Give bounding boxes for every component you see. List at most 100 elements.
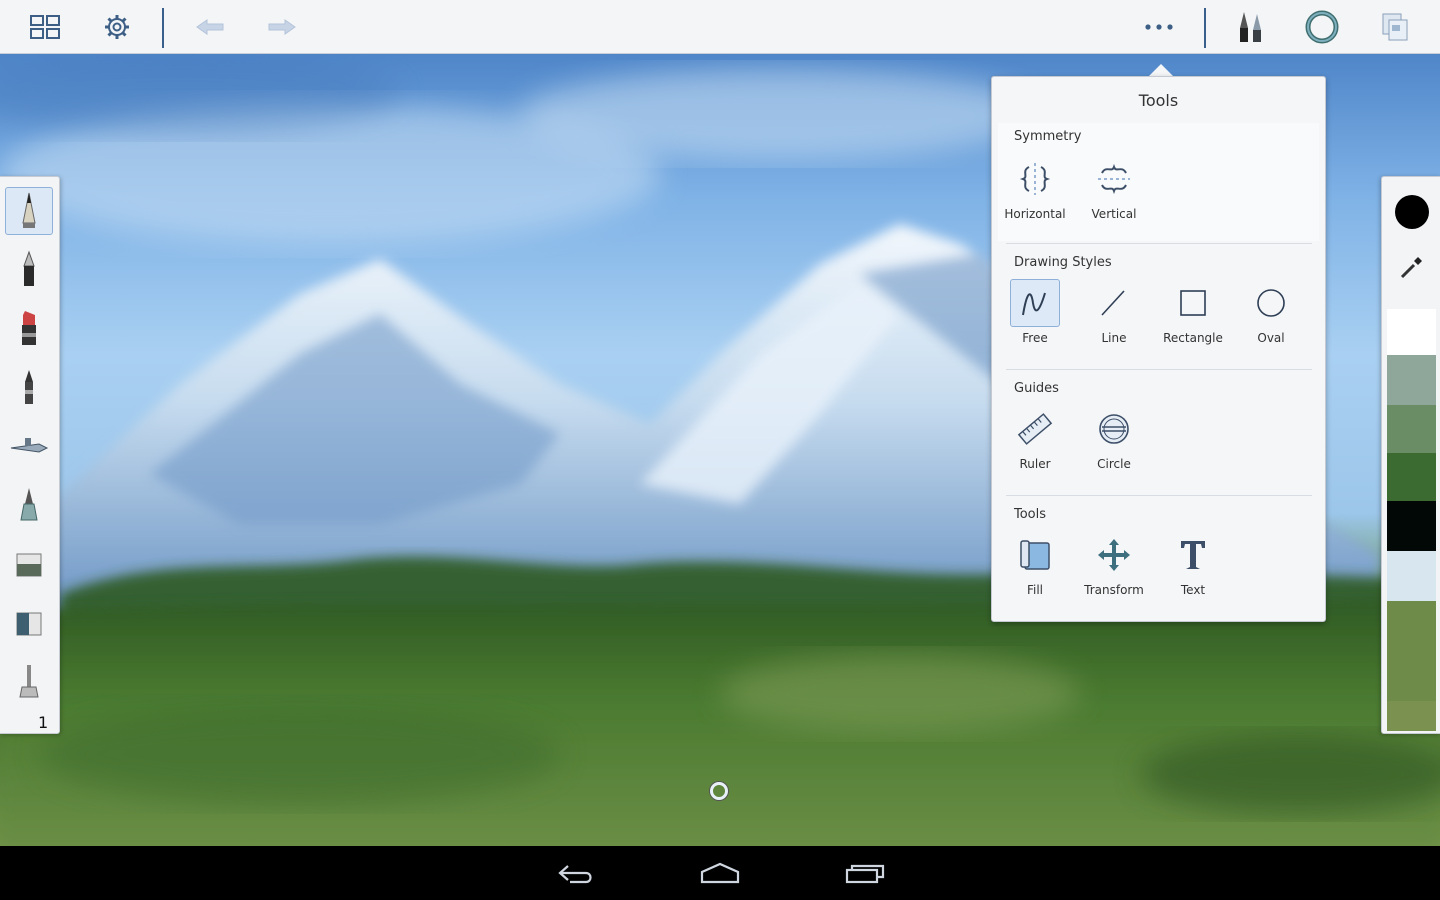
ruler-icon bbox=[1017, 413, 1053, 445]
color-swatch[interactable] bbox=[1387, 405, 1436, 453]
color-swatch[interactable] bbox=[1387, 309, 1436, 355]
brush-hard-eraser[interactable] bbox=[5, 541, 53, 589]
soft-eraser-icon bbox=[16, 612, 42, 636]
brush-felt-pen[interactable] bbox=[5, 364, 53, 412]
settings-button[interactable] bbox=[97, 8, 137, 46]
tool-label: Free bbox=[1022, 331, 1048, 345]
redo-button[interactable] bbox=[262, 8, 302, 46]
back-button[interactable] bbox=[548, 856, 604, 892]
brush-smudge[interactable] bbox=[5, 659, 53, 707]
tool-label: Horizontal bbox=[1004, 207, 1066, 221]
brush-size-button[interactable] bbox=[1302, 8, 1342, 46]
eyedropper-button[interactable] bbox=[1396, 251, 1428, 283]
brush-pair-icon bbox=[1240, 12, 1261, 42]
undo-button[interactable] bbox=[190, 8, 230, 46]
ballpoint-pen-icon bbox=[23, 250, 35, 286]
brush-toolbar: 1 bbox=[0, 176, 60, 734]
tool-label: Transform bbox=[1084, 583, 1144, 597]
recent-apps-button[interactable] bbox=[837, 856, 893, 892]
layers-icon bbox=[1382, 13, 1408, 41]
brushes-button[interactable] bbox=[1231, 8, 1271, 46]
home-button[interactable] bbox=[692, 856, 748, 892]
brush-ballpoint[interactable] bbox=[5, 246, 53, 294]
tool-style-rectangle[interactable]: Rectangle bbox=[1155, 275, 1231, 345]
smudge-icon bbox=[19, 665, 39, 698]
section-heading: Drawing Styles bbox=[1014, 255, 1112, 270]
tool-label: Line bbox=[1101, 331, 1127, 345]
tools-popup: Tools Symmetry Horizontal Vertical Drawi… bbox=[991, 76, 1326, 622]
tool-style-oval[interactable]: Oval bbox=[1233, 275, 1309, 345]
color-swatch[interactable] bbox=[1387, 701, 1436, 731]
popup-title: Tools bbox=[1138, 91, 1179, 110]
current-color-button[interactable] bbox=[1395, 195, 1429, 229]
more-button[interactable] bbox=[1139, 8, 1179, 46]
gear-icon bbox=[105, 15, 129, 39]
color-swatch[interactable] bbox=[1387, 601, 1436, 701]
paintbrush-icon bbox=[20, 488, 38, 521]
tool-label: Rectangle bbox=[1163, 331, 1223, 345]
tool-label: Ruler bbox=[1019, 457, 1051, 471]
tool-guide-circle[interactable]: Circle bbox=[1076, 401, 1152, 471]
color-swatch[interactable] bbox=[1387, 355, 1436, 405]
redo-arrow-icon bbox=[268, 19, 296, 35]
felt-pen-icon bbox=[25, 370, 33, 404]
brush-soft-eraser[interactable] bbox=[5, 600, 53, 648]
ring-icon bbox=[1305, 10, 1339, 44]
brush-cursor-icon[interactable] bbox=[710, 782, 728, 800]
section-heading: Tools bbox=[1014, 507, 1047, 522]
tool-symmetry-vertical[interactable]: Vertical bbox=[1076, 151, 1152, 221]
brush-paintbrush[interactable] bbox=[5, 482, 53, 530]
tool-text[interactable]: Text bbox=[1155, 527, 1231, 597]
tool-label: Vertical bbox=[1091, 207, 1137, 221]
airbrush-icon bbox=[10, 438, 49, 453]
app-root: 1 Tools Symmetry Horizontal Vertical Dra… bbox=[0, 0, 1440, 900]
color-swatch[interactable] bbox=[1387, 453, 1436, 501]
back-icon bbox=[558, 865, 592, 884]
recent-apps-icon bbox=[845, 864, 885, 884]
tool-label: Text bbox=[1180, 583, 1206, 597]
color-bar bbox=[1381, 176, 1440, 734]
tool-fill[interactable]: Fill bbox=[997, 527, 1073, 597]
symmetry-horizontal-icon bbox=[1019, 163, 1051, 195]
transform-move-icon bbox=[1098, 539, 1130, 571]
fill-bucket-icon bbox=[1020, 540, 1050, 570]
circle-guide-icon bbox=[1099, 414, 1129, 444]
symmetry-vertical-icon bbox=[1098, 163, 1130, 195]
tool-style-line[interactable]: Line bbox=[1076, 275, 1152, 345]
brush-marker[interactable] bbox=[5, 305, 53, 353]
grid-icon bbox=[30, 15, 60, 39]
tool-style-free[interactable]: Free bbox=[997, 275, 1073, 345]
eyedropper-icon bbox=[1400, 257, 1422, 279]
text-T-icon bbox=[1181, 541, 1205, 569]
home-icon bbox=[700, 862, 740, 884]
gallery-button[interactable] bbox=[25, 8, 65, 46]
system-nav-bar bbox=[0, 846, 1440, 900]
section-heading: Guides bbox=[1014, 381, 1059, 396]
top-toolbar bbox=[0, 0, 1440, 54]
freehand-icon bbox=[1022, 292, 1046, 316]
rectangle-icon bbox=[1180, 290, 1206, 316]
tool-label: Fill bbox=[1026, 583, 1044, 597]
section-heading: Symmetry bbox=[1014, 129, 1082, 144]
brush-airbrush[interactable] bbox=[5, 423, 53, 471]
hard-eraser-icon bbox=[16, 553, 42, 577]
brush-pencil[interactable] bbox=[5, 187, 53, 235]
tool-label: Circle bbox=[1097, 457, 1131, 471]
tool-label: Oval bbox=[1257, 331, 1285, 345]
layers-button[interactable] bbox=[1375, 8, 1415, 46]
tool-guide-ruler[interactable]: Ruler bbox=[997, 401, 1073, 471]
tool-symmetry-horizontal[interactable]: Horizontal bbox=[997, 151, 1073, 221]
marker-icon bbox=[22, 311, 36, 345]
toolbar-divider bbox=[1204, 8, 1206, 48]
toolbar-divider bbox=[162, 8, 164, 48]
section-divider bbox=[1006, 369, 1312, 370]
tool-transform[interactable]: Transform bbox=[1076, 527, 1152, 597]
color-swatch[interactable] bbox=[1387, 501, 1436, 551]
color-swatch[interactable] bbox=[1387, 551, 1436, 601]
line-icon bbox=[1101, 290, 1125, 316]
oval-icon bbox=[1257, 289, 1285, 317]
layer-number: 1 bbox=[38, 713, 49, 732]
section-divider bbox=[1006, 243, 1312, 244]
section-divider bbox=[1006, 495, 1312, 496]
pencil-icon bbox=[22, 192, 36, 228]
